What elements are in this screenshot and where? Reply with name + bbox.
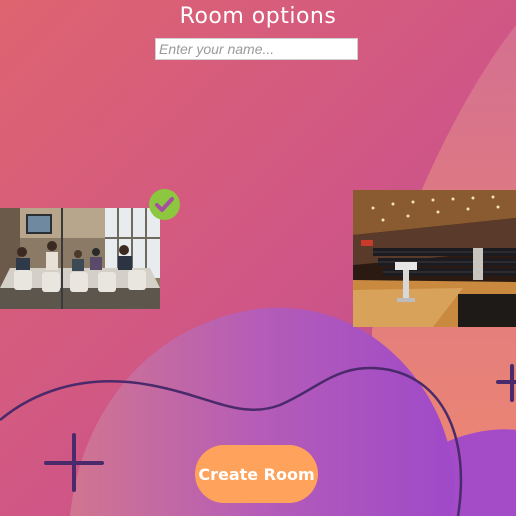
auditorium-photo bbox=[353, 190, 516, 327]
meeting-room-photo bbox=[0, 208, 160, 309]
create-room-button[interactable]: Create Room bbox=[195, 445, 318, 503]
room-option-meeting-room[interactable] bbox=[0, 208, 160, 309]
check-circle-icon bbox=[149, 189, 180, 220]
room-option-auditorium[interactable] bbox=[353, 190, 516, 327]
page-title: Room options bbox=[179, 4, 337, 29]
name-input[interactable] bbox=[155, 38, 358, 60]
